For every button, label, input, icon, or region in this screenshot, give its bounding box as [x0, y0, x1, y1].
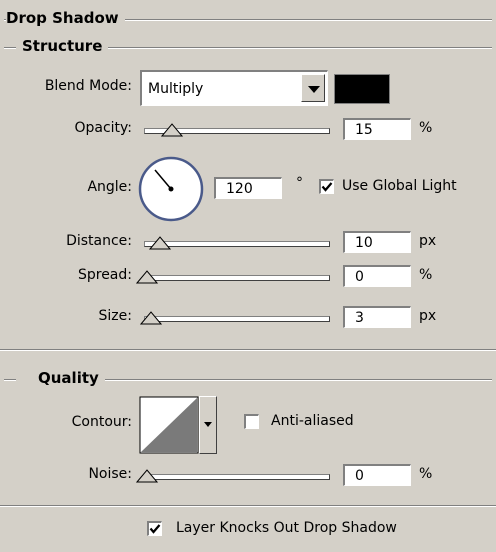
angle-dial[interactable] [136, 154, 206, 224]
contour-picker[interactable] [139, 396, 217, 454]
opacity-slider[interactable] [144, 120, 330, 142]
chevron-down-icon [308, 86, 320, 93]
size-slider-track [144, 316, 330, 322]
shadow-color-swatch[interactable] [334, 74, 390, 104]
distance-slider-track [144, 241, 330, 247]
quality-title: Quality [16, 369, 105, 387]
contour-dropdown-button[interactable] [199, 396, 217, 454]
use-global-light-checkbox[interactable] [319, 179, 334, 194]
distance-slider-thumb[interactable] [149, 236, 171, 250]
noise-input[interactable]: 0 [343, 464, 411, 486]
size-slider[interactable] [140, 308, 330, 330]
size-label: Size: [98, 308, 132, 324]
spread-slider[interactable] [136, 267, 330, 289]
noise-label: Noise: [88, 466, 132, 482]
opacity-unit: % [419, 120, 433, 136]
contour-label: Contour: [71, 414, 132, 430]
angle-label: Angle: [87, 179, 132, 195]
section-divider [0, 349, 496, 351]
blend-mode-label: Blend Mode: [44, 78, 132, 94]
spread-input[interactable]: 0 [343, 265, 411, 287]
size-input[interactable]: 3 [343, 306, 411, 328]
distance-slider[interactable] [144, 233, 330, 255]
noise-slider-thumb[interactable] [136, 469, 158, 483]
spread-slider-thumb[interactable] [136, 270, 158, 284]
drop-shadow-title: Drop Shadow [6, 9, 125, 27]
spread-unit: % [419, 267, 433, 283]
noise-slider[interactable] [136, 466, 330, 488]
section-divider-bottom [0, 505, 496, 507]
blend-mode-dropdown-button[interactable] [301, 74, 325, 102]
anti-aliased-checkbox[interactable] [244, 414, 259, 429]
blend-mode-select[interactable]: Multiply [140, 70, 328, 106]
opacity-input[interactable]: 15 [343, 118, 411, 140]
noise-slider-track [144, 474, 330, 480]
spread-label: Spread: [77, 267, 132, 283]
size-slider-thumb[interactable] [140, 311, 162, 325]
size-unit: px [419, 308, 437, 324]
opacity-label: Opacity: [74, 120, 132, 136]
anti-aliased-label[interactable]: Anti-aliased [271, 413, 354, 429]
contour-preview[interactable] [139, 396, 199, 454]
angle-unit: ° [296, 175, 303, 191]
checkmark-icon [149, 524, 161, 534]
layer-knocks-out-label[interactable]: Layer Knocks Out Drop Shadow [176, 520, 397, 536]
use-global-light-label[interactable]: Use Global Light [342, 178, 457, 194]
angle-input[interactable]: 120 [214, 177, 282, 199]
distance-input[interactable]: 10 [343, 231, 411, 253]
noise-unit: % [419, 466, 433, 482]
opacity-slider-thumb[interactable] [161, 123, 183, 137]
structure-title: Structure [16, 37, 109, 55]
distance-label: Distance: [66, 233, 132, 249]
distance-unit: px [419, 233, 437, 249]
blend-mode-value: Multiply [148, 81, 204, 97]
checkmark-icon [321, 182, 333, 192]
spread-slider-track [144, 275, 330, 281]
chevron-down-icon [204, 422, 212, 427]
layer-knocks-out-checkbox[interactable] [147, 521, 162, 536]
